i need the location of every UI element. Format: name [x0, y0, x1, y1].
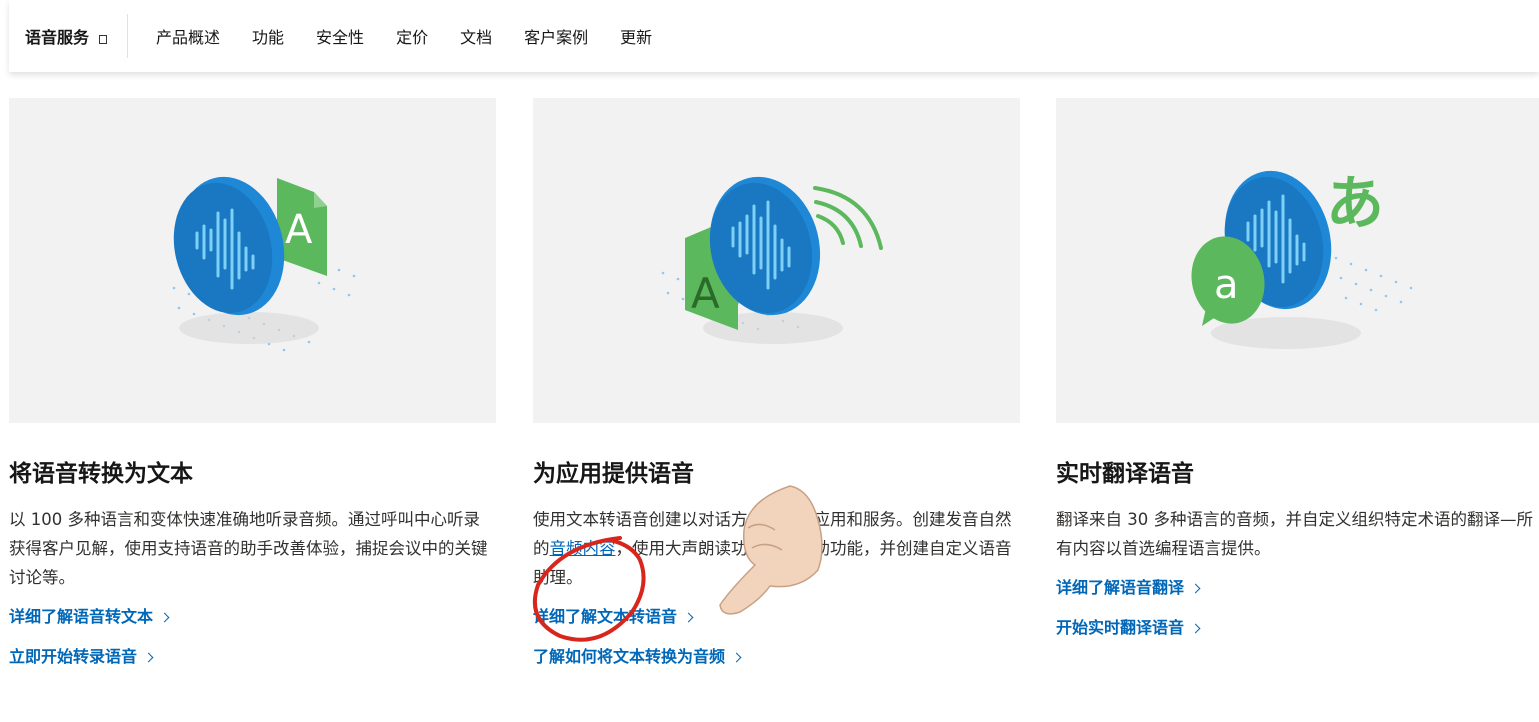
sound-waves-icon: [813, 186, 883, 250]
card-description: 以 100 多种语言和变体快速准确地听录音频。通过呼叫中心听录获得客户见解，使用…: [9, 510, 488, 587]
card-text-to-speech: A 为应用提供语音 使用文本转语音创建以对话方式朗读的应用和服务。创建发音自然的…: [533, 98, 1020, 672]
card-description: 使用文本转语音创建以对话方式朗读的应用和服务。创建发音自然的音频内容，使用大声朗…: [533, 505, 1020, 592]
card-speech-translation: a あ 实时翻译语音 翻译来自 30 多种语言的音频，并自定义组织特定术语的翻译…: [1056, 98, 1539, 643]
nav-item-pricing[interactable]: 定价: [380, 24, 444, 48]
svg-text:あ: あ: [1326, 169, 1384, 237]
document-a-icon: A: [277, 178, 327, 276]
chevron-right-icon: [1190, 623, 1201, 633]
japanese-character-icon: あ: [1326, 169, 1384, 237]
chevron-right-icon: [143, 652, 154, 662]
brand-menu[interactable]: 语音服务: [9, 14, 129, 58]
card-title: 实时翻译语音: [1056, 461, 1194, 487]
learn-speech-translation-link[interactable]: 详细了解语音翻译: [1056, 573, 1201, 603]
nav-item-overview[interactable]: 产品概述: [140, 24, 236, 48]
nav-item-customers[interactable]: 客户案例: [508, 24, 604, 48]
start-transcribe-link[interactable]: 立即开始转录语音: [9, 642, 154, 672]
nav-items: 产品概述 功能 安全性 定价 文档 客户案例 更新: [140, 24, 668, 48]
chevron-right-icon: [683, 612, 694, 622]
svg-text:a: a: [1214, 262, 1239, 308]
speech-translation-illustration: a あ: [1056, 98, 1539, 423]
link-label[interactable]: 开始实时翻译语音: [1056, 613, 1184, 643]
svg-text:A: A: [285, 207, 313, 253]
audio-content-link[interactable]: 音频内容: [550, 539, 616, 558]
card-description: 翻译来自 30 多种语言的音频，并自定义组织特定术语的翻译—所有内容以首选编程语…: [1056, 510, 1533, 558]
link-label[interactable]: 详细了解语音翻译: [1056, 573, 1184, 603]
chevron-right-icon: [731, 652, 742, 662]
link-label[interactable]: 立即开始转录语音: [9, 642, 137, 672]
nav-item-updates[interactable]: 更新: [604, 24, 668, 48]
nav-item-security[interactable]: 安全性: [300, 24, 380, 48]
learn-text-to-speech-link[interactable]: 详细了解文本转语音: [533, 602, 694, 632]
nav-item-docs[interactable]: 文档: [444, 24, 508, 48]
nav-item-features[interactable]: 功能: [236, 24, 300, 48]
start-translation-link[interactable]: 开始实时翻译语音: [1056, 613, 1201, 643]
brand-title[interactable]: 语音服务: [25, 24, 89, 48]
speech-to-text-illustration: A: [9, 98, 496, 423]
card-speech-to-text: A 将语音转换为文本 以 100 多种语言和变体快速准确地听录音频。通过呼叫中心…: [9, 98, 496, 672]
chevron-right-icon: [159, 612, 170, 622]
top-nav: 语音服务 产品概述 功能 安全性 定价 文档 客户案例 更新: [9, 0, 1539, 72]
chevron-down-icon[interactable]: [99, 34, 108, 44]
link-label[interactable]: 详细了解语音转文本: [9, 602, 153, 632]
card-title: 为应用提供语音: [533, 461, 694, 487]
card-title: 将语音转换为文本: [9, 461, 193, 487]
link-label[interactable]: 了解如何将文本转换为音频: [533, 642, 725, 672]
text-to-speech-illustration: A: [533, 98, 1020, 423]
learn-speech-to-text-link[interactable]: 详细了解语音转文本: [9, 602, 170, 632]
text-to-audio-link[interactable]: 了解如何将文本转换为音频: [533, 642, 742, 672]
link-label[interactable]: 详细了解文本转语音: [533, 602, 677, 632]
svg-text:A: A: [691, 269, 720, 318]
chevron-right-icon: [1190, 583, 1201, 593]
